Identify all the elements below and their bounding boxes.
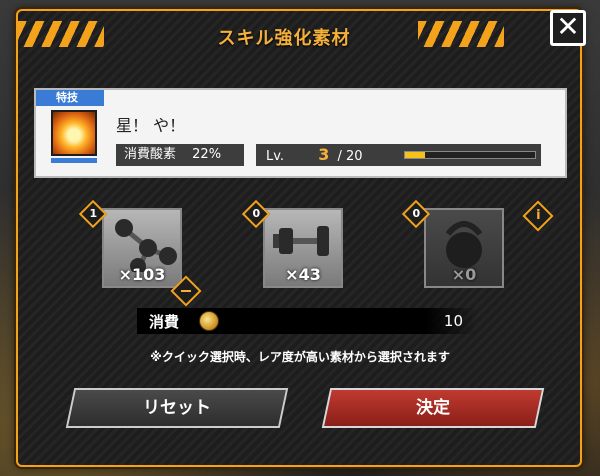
coin-icon (199, 311, 219, 331)
cost-value: 10 (443, 312, 463, 330)
close-button[interactable]: ✕ (550, 10, 586, 46)
material-slot-2[interactable]: ×43 (263, 208, 343, 288)
material-count: ×0 (451, 265, 477, 284)
level-progress-bar (404, 151, 536, 159)
dialog-title: スキル強化素材 (217, 28, 351, 49)
oxygen-stat: 消費酸素 22% (116, 144, 244, 166)
material-slot-3[interactable]: ×0 (424, 208, 504, 288)
cost-label: 消費 (149, 313, 180, 331)
cost-row: 消費 10 (137, 308, 477, 334)
confirm-button[interactable]: 決定 (321, 388, 545, 428)
level-progress-fill (405, 152, 425, 158)
oxygen-value: 22% (192, 147, 222, 162)
skill-tag: 特技 (36, 90, 104, 106)
level-stat: Lv. 3 / 20 (256, 144, 541, 166)
level-current: 3 (318, 145, 330, 164)
material-slot-1[interactable]: ×103 (102, 208, 182, 288)
quick-select-note: ※クイック選択時、レア度が高い素材から選択されます (150, 350, 450, 364)
confirm-button-label: 決定 (416, 398, 450, 418)
reset-button-label: リセット (143, 398, 211, 418)
level-max: / 20 (337, 149, 363, 164)
oxygen-label: 消費酸素 (124, 147, 177, 162)
skill-icon-bar (51, 158, 97, 163)
material-count: ×43 (285, 265, 321, 284)
skill-flame-icon (51, 110, 97, 156)
reset-button[interactable]: リセット (65, 388, 289, 428)
skill-name: 星！ や！ (116, 116, 186, 135)
dumbbell-icon (273, 226, 329, 256)
dialog-header: スキル強化素材 (14, 16, 554, 56)
kettlebell-icon (445, 221, 483, 268)
level-label: Lv. (266, 149, 285, 164)
dumbbell-small-icon (115, 219, 177, 272)
skill-panel: 特技 星！ や！ 消費酸素 22% Lv. 3 / 20 (34, 88, 567, 178)
material-count: ×103 (118, 265, 166, 284)
